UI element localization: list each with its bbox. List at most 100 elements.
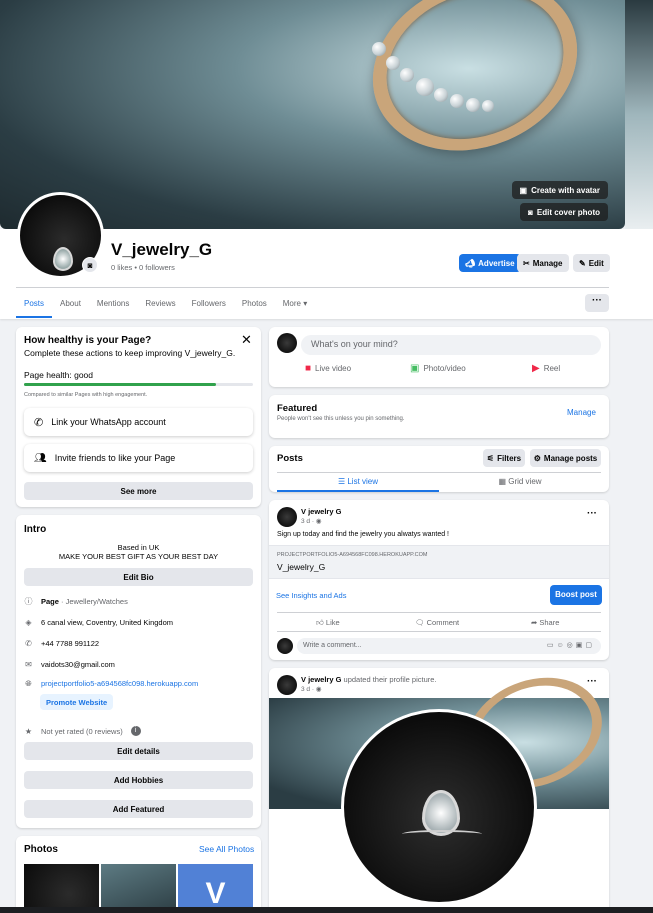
page-title: V_jewelry_G <box>111 240 213 259</box>
comment-label: Comment <box>426 618 460 627</box>
website-link[interactable]: projectportfolio5-a694568fc098.herokuapp… <box>41 679 198 688</box>
advertise-button[interactable]: 📣︎ Advertise <box>459 254 521 272</box>
pencil-icon: ✎ <box>579 258 586 268</box>
mail-icon: ✉ <box>25 660 32 669</box>
post-headline: V jewelry G updated their profile pictur… <box>301 675 437 684</box>
post-divider <box>277 631 601 632</box>
photo-thumbnail[interactable] <box>24 864 99 913</box>
post-author[interactable]: V jewelry G <box>301 675 341 684</box>
more-options-button[interactable]: ··· <box>585 294 609 312</box>
post-card: V jewelry G 3 d · ◉ ··· Sign up today an… <box>269 500 609 660</box>
manage-button[interactable]: ✂ Manage <box>517 254 569 272</box>
add-featured-button[interactable]: Add Featured <box>24 800 253 818</box>
megaphone-icon: 📣︎ <box>465 258 476 268</box>
whatsapp-action[interactable]: ✆ Link your WhatsApp account <box>24 408 253 436</box>
invite-friends-action[interactable]: 👥︎ Invite friends to like your Page <box>24 444 253 472</box>
edit-details-button[interactable]: Edit details <box>24 742 253 760</box>
featured-title: Featured <box>277 403 318 414</box>
comment-input[interactable]: Write a comment... ▭☺◎▣▢ <box>297 638 601 654</box>
post-meta: 3 d · ◉ <box>301 686 322 693</box>
like-button[interactable]: 👍︎ Like <box>316 618 340 628</box>
manage-posts-button[interactable]: ⚙ Manage posts <box>530 449 601 467</box>
composer-input[interactable]: What's on your mind? <box>301 335 601 355</box>
camera-icon: ◙ <box>528 207 533 217</box>
reel-label: Reel <box>543 364 561 373</box>
filters-button[interactable]: ⚟ Filters <box>483 449 525 467</box>
tab-about[interactable]: About <box>52 292 89 318</box>
profile-picture-preview[interactable] <box>341 709 537 905</box>
avatar <box>277 638 293 654</box>
add-hobbies-button[interactable]: Add Hobbies <box>24 771 253 789</box>
advertise-label: Advertise <box>478 258 515 268</box>
see-more-button[interactable]: See more <box>24 482 253 500</box>
featured-manage-link[interactable]: Manage <box>567 408 596 417</box>
post-author[interactable]: V jewelry G <box>301 507 341 516</box>
globe-icon: ◉ <box>315 686 322 693</box>
edit-cover-button[interactable]: ◙ Edit cover photo <box>520 203 608 221</box>
create-avatar-label: Create with avatar <box>531 185 600 195</box>
ring-band-image <box>402 830 482 838</box>
tab-mentions[interactable]: Mentions <box>89 292 137 318</box>
list-view-tab[interactable]: ☰ List view <box>277 473 439 492</box>
intro-email: ✉ vaidots30@gmail.com <box>24 660 115 669</box>
intro-card: Intro Based in UK MAKE YOUR BEST GIFT AS… <box>16 515 261 828</box>
comment-button[interactable]: 🗨︎ Comment <box>415 618 459 627</box>
photos-card: Photos See All Photos V <box>16 836 261 913</box>
category-text: · Jewellery/Watches <box>58 597 128 606</box>
cover-photo[interactable]: ▣ Create with avatar ◙ Edit cover photo <box>0 0 625 229</box>
link-preview[interactable]: PROJECTPORTFOLIO5-A694568FC098.HEROKUAPP… <box>269 545 609 579</box>
intro-website: 🌐︎ projectportfolio5-a694568fc098.herokua… <box>24 679 198 688</box>
tab-photos[interactable]: Photos <box>234 292 275 318</box>
post-action-text: updated their profile picture. <box>341 675 437 684</box>
see-all-photos-link[interactable]: See All Photos <box>199 844 254 854</box>
page-label: Page <box>41 597 59 606</box>
bio-line-1: Based in UK <box>117 543 160 552</box>
posts-title: Posts <box>277 453 303 464</box>
link-domain: PROJECTPORTFOLIO5-A694568FC098.HEROKUAPP… <box>277 552 428 558</box>
thumbs-up-icon: 👍︎ <box>316 618 326 627</box>
create-avatar-button[interactable]: ▣ Create with avatar <box>511 181 608 199</box>
tab-reviews[interactable]: Reviews <box>137 292 183 318</box>
info-icon[interactable]: i <box>130 726 141 736</box>
boost-post-button[interactable]: Boost post <box>550 585 602 605</box>
share-label: Share <box>539 618 560 627</box>
reel-button[interactable]: ▶ Reel <box>532 363 560 374</box>
page-tabs: Posts About Mentions Reviews Followers P… <box>16 292 315 318</box>
edit-bio-button[interactable]: Edit Bio <box>24 568 253 586</box>
tab-posts[interactable]: Posts <box>16 292 53 318</box>
share-button[interactable]: ➦ Share <box>531 618 559 627</box>
background-edge <box>625 0 653 229</box>
avatar <box>277 675 297 695</box>
page-stats: 0 likes • 0 followers <box>111 263 175 272</box>
health-title: How healthy is your Page? <box>24 335 152 346</box>
photo-video-button[interactable]: ▣ Photo/video <box>410 363 466 374</box>
edit-button[interactable]: ✎ Edit <box>573 254 610 272</box>
camera-icon[interactable]: ◙ <box>82 257 98 273</box>
header-divider <box>16 287 609 288</box>
tab-followers[interactable]: Followers <box>184 292 234 318</box>
like-label: Like <box>325 618 340 627</box>
intro-category: ⓘ Page · Jewellery/Watches <box>24 597 128 606</box>
tab-more[interactable]: More ▾ <box>275 292 315 318</box>
grid-view-tab[interactable]: ▦ Grid view <box>439 473 601 492</box>
close-icon[interactable]: ✕ <box>241 332 252 348</box>
emoji-icons[interactable]: ▭☺◎▣▢ <box>547 641 595 649</box>
promote-website-button[interactable]: Promote Website <box>40 694 114 710</box>
comment-placeholder: Write a comment... <box>303 642 362 649</box>
photo-thumbnail[interactable] <box>101 864 176 913</box>
pendant-image <box>53 247 73 271</box>
post-options-button[interactable]: ··· <box>587 508 597 519</box>
post-options-button[interactable]: ··· <box>587 676 597 687</box>
whatsapp-action-label: Link your WhatsApp account <box>51 417 166 427</box>
filters-label: Filters <box>497 453 522 463</box>
live-video-button[interactable]: ■ Live video <box>305 363 351 374</box>
post-meta: 3 d · ◉ <box>301 518 322 525</box>
photo-thumbnail[interactable]: V <box>178 864 253 913</box>
people-icon: 👥︎ <box>34 452 47 464</box>
globe-icon: ◉ <box>315 518 322 525</box>
directions-icon: ◈ <box>25 618 32 627</box>
intro-title: Intro <box>24 524 47 535</box>
insights-link[interactable]: See Insights and Ads <box>276 591 346 600</box>
photo-video-label: Photo/video <box>423 364 466 373</box>
post-time: 3 d <box>301 518 311 525</box>
